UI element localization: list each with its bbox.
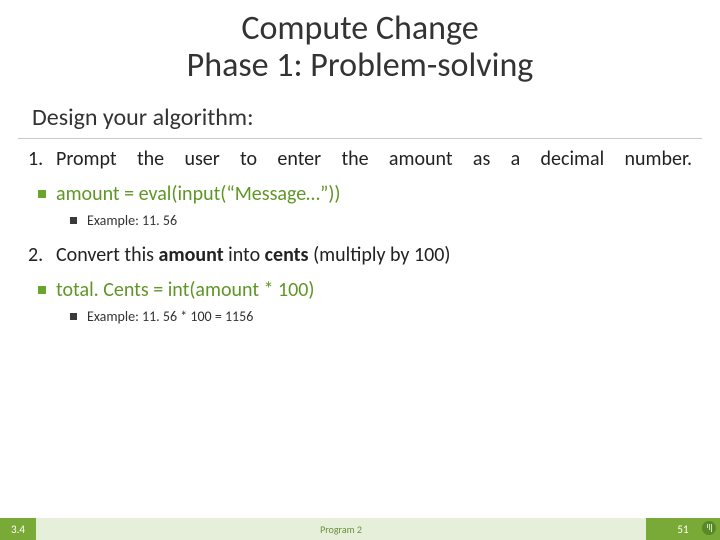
step-2: 2. Convert this amount into cents (multi… [28, 243, 692, 268]
step-1-example-row: Example: 11. 56 [70, 212, 692, 229]
slide: Compute Change Phase 1: Problem-solving … [0, 0, 720, 540]
step-2-suffix: (multiply by 100) [309, 243, 451, 267]
step-2-prefix: Convert this [56, 243, 159, 267]
step-2-mid: into [224, 243, 265, 267]
title-line-2: Phase 1: Problem-solving [0, 47, 720, 84]
step-1-code-row: amount = eval(input(“Message…”)) [38, 182, 692, 206]
step-1: 1. Prompt the user to enter the amount a… [28, 147, 692, 172]
section-heading: Design your algorithm: [32, 103, 720, 132]
step-1-text: Prompt the user to enter the amount as a… [56, 147, 692, 172]
footer-badge-icon [702, 521, 716, 535]
title-block: Compute Change Phase 1: Problem-solving [0, 0, 720, 85]
step-1-example: Example: 11. 56 [87, 212, 177, 229]
step-2-bold1: amount [159, 243, 224, 267]
bullet-square-icon [38, 190, 46, 198]
footer: 3.4 Program 2 51 [0, 518, 720, 540]
step-2-example: Example: 11. 56 * 100 = 1156 [87, 308, 253, 325]
step-2-bold2: cents [265, 243, 309, 267]
step-2-code: total. Cents = int(amount * 100) [56, 278, 315, 302]
footer-page-number-box: 51 [646, 518, 720, 540]
step-2-number: 2. [28, 243, 56, 267]
content: 1. Prompt the user to enter the amount a… [28, 147, 692, 325]
bullet-square-icon [70, 217, 77, 224]
badge-bars-icon [707, 524, 712, 532]
footer-program-label: Program 2 [36, 518, 646, 540]
divider [18, 138, 702, 139]
step-1-code: amount = eval(input(“Message…”)) [56, 182, 341, 206]
bullet-square-icon [38, 286, 46, 294]
title-line-1: Compute Change [0, 10, 720, 47]
step-1-number: 1. [28, 147, 56, 171]
bullet-square-icon [70, 313, 77, 320]
step-2-example-row: Example: 11. 56 * 100 = 1156 [70, 308, 692, 325]
step-2-text: Convert this amount into cents (multiply… [56, 243, 692, 268]
footer-section-number: 3.4 [0, 518, 36, 540]
step-2-code-row: total. Cents = int(amount * 100) [38, 278, 692, 302]
footer-page-number: 51 [677, 523, 688, 536]
